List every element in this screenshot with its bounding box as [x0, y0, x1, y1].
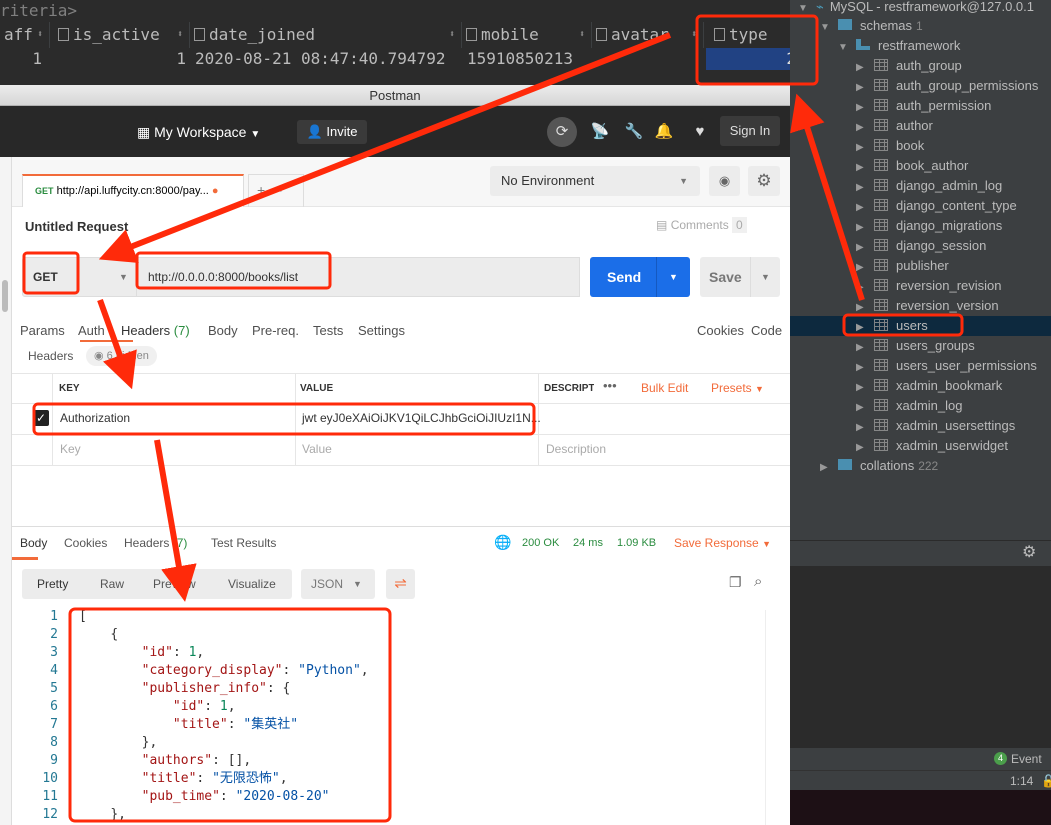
- highlight-url: [135, 251, 332, 290]
- highlight-method: [22, 251, 80, 295]
- arrow-header-to-response: [154, 439, 197, 602]
- annotation-overlay: [22, 14, 964, 823]
- arrow-users-to-type: [790, 93, 865, 301]
- arrow-type-to-method: [98, 32, 672, 263]
- highlight-type-column: [695, 14, 819, 86]
- highlight-auth-header: [32, 402, 536, 436]
- highlight-response: [68, 607, 392, 823]
- arrow-method-to-headers: [97, 298, 137, 390]
- highlight-users-table: [842, 313, 964, 337]
